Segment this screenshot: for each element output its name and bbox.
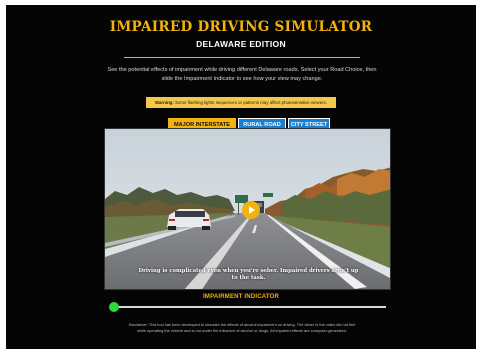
play-icon[interactable] xyxy=(242,201,260,219)
page-title: IMPAIRED DRIVING SIMULATOR xyxy=(109,19,373,35)
video-player[interactable]: Driving is complicated even when you're … xyxy=(104,128,391,290)
impairment-indicator-label: IMPAIRMENT INDICATOR xyxy=(203,294,279,300)
disclaimer-text: Disclaimer: This tool has been developed… xyxy=(128,322,356,334)
intro-text: See the potential effects of impairment … xyxy=(107,67,377,82)
warning-text: Some flashing lights sequences or patter… xyxy=(175,100,328,105)
video-caption: Driving is complicated even when you're … xyxy=(138,268,359,281)
title-divider xyxy=(124,57,360,58)
simulator-frame: IMPAIRED DRIVING SIMULATOR DELAWARE EDIT… xyxy=(6,5,476,349)
impairment-slider-track[interactable] xyxy=(114,306,386,308)
warning-banner: Warning: Some flashing lights sequences … xyxy=(146,97,336,108)
warning-label: Warning: xyxy=(154,100,174,105)
page-subtitle: DELAWARE EDITION xyxy=(196,39,286,49)
impairment-slider-handle[interactable] xyxy=(109,302,119,312)
